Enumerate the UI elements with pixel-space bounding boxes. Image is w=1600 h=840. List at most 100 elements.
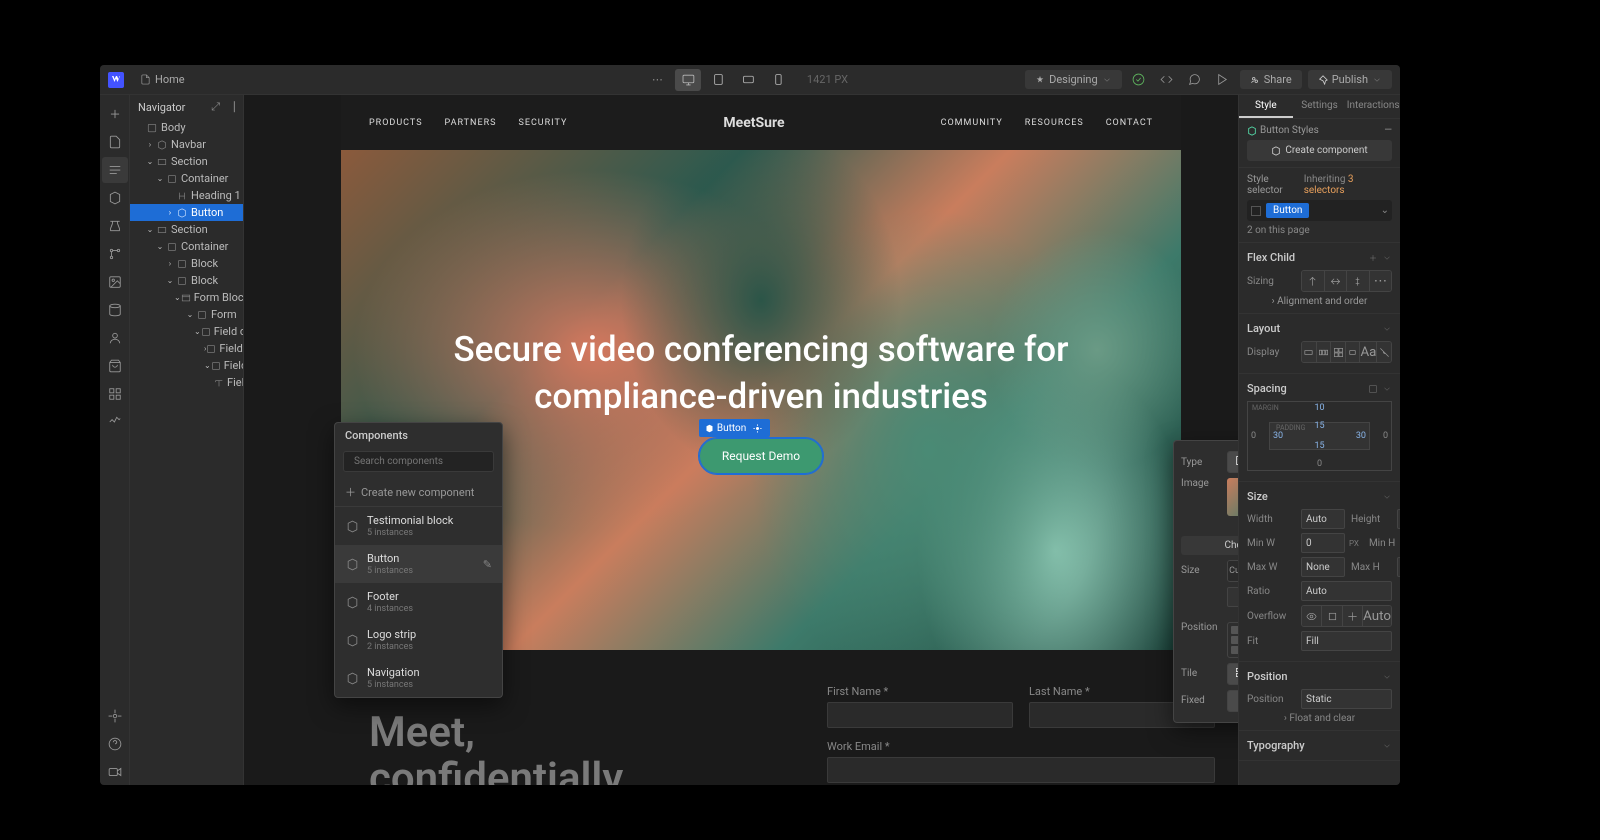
display-flex[interactable] — [1317, 342, 1332, 362]
share-button[interactable]: Share — [1240, 70, 1302, 89]
preview-icon[interactable] — [1212, 69, 1234, 91]
float-clear-toggle[interactable]: › Float and clear — [1247, 713, 1392, 724]
tree-item[interactable]: ⌄Section — [130, 153, 243, 170]
tree-item[interactable]: ⌄Container — [130, 170, 243, 187]
ratio-input[interactable] — [1301, 581, 1392, 601]
bg-type-segment[interactable] — [1227, 451, 1238, 473]
apps-icon[interactable] — [102, 381, 128, 407]
mode-dropdown[interactable]: Designing — [1025, 70, 1122, 89]
create-component-button[interactable]: Create component — [1247, 140, 1392, 161]
component-item[interactable]: Footer4 instances — [335, 583, 502, 621]
component-item[interactable]: Button5 instances✎ — [335, 545, 502, 583]
bg-type-image[interactable] — [1228, 452, 1238, 472]
bg-size-option[interactable]: Custom — [1228, 561, 1238, 581]
nav-link[interactable]: COMMUNITY — [941, 118, 1003, 128]
overflow-segment[interactable]: Auto — [1301, 605, 1392, 627]
components-search[interactable] — [343, 451, 494, 472]
width-input[interactable] — [1301, 509, 1345, 529]
navigator-icon[interactable] — [102, 157, 128, 183]
style-tab[interactable]: Style — [1239, 95, 1293, 118]
tree-item[interactable]: ⌄Form Block — [130, 289, 243, 306]
breadcrumb[interactable]: Home — [132, 71, 193, 88]
position-input[interactable] — [1301, 689, 1392, 709]
minimize-icon[interactable]: — — [1384, 125, 1392, 136]
tree-item[interactable]: ›Button — [130, 204, 243, 221]
collapse-icon[interactable]: ⤢ — [211, 100, 220, 114]
audit-icon[interactable] — [102, 409, 128, 435]
nav-link[interactable]: PRODUCTS — [369, 118, 423, 128]
device-desktop[interactable] — [675, 69, 701, 91]
nav-link[interactable]: RESOURCES — [1025, 118, 1084, 128]
fit-input[interactable] — [1301, 631, 1392, 651]
display-segment[interactable]: Aa — [1301, 341, 1392, 363]
tree-item[interactable]: ⌄Form — [130, 306, 243, 323]
bg-width-input[interactable] — [1227, 587, 1238, 607]
bg-thumbnail[interactable] — [1227, 478, 1238, 516]
assets-icon[interactable] — [102, 269, 128, 295]
tree-item[interactable]: ⌄Block — [130, 272, 243, 289]
height-input[interactable] — [1397, 509, 1400, 529]
maxw-input[interactable] — [1301, 557, 1345, 577]
nav-link[interactable]: SECURITY — [518, 118, 567, 128]
device-tablet[interactable] — [705, 69, 731, 91]
work-email-input[interactable] — [827, 757, 1215, 783]
tree-item[interactable]: ›Field block — [130, 340, 243, 357]
display-none[interactable] — [1377, 342, 1391, 362]
first-name-input[interactable] — [827, 702, 1013, 728]
request-demo-button[interactable]: Request Demo — [699, 438, 823, 474]
tree-item[interactable]: Heading 1 — [130, 187, 243, 204]
help-icon[interactable] — [102, 731, 128, 757]
sizing-none[interactable] — [1347, 271, 1370, 291]
style-selector[interactable]: Button ⌄ — [1247, 200, 1392, 221]
components-search-input[interactable] — [354, 456, 487, 467]
pin-icon[interactable]: ⎹ — [224, 100, 235, 114]
sizing-shrink[interactable] — [1302, 271, 1325, 291]
sizing-more[interactable]: ⋯ — [1370, 271, 1392, 291]
maxh-input[interactable] — [1397, 557, 1400, 577]
selection-tag[interactable]: Button — [699, 419, 770, 437]
gear-icon[interactable] — [750, 421, 764, 435]
create-component-link[interactable]: ＋Create new component — [335, 478, 502, 507]
code-icon[interactable] — [1156, 69, 1178, 91]
component-item[interactable]: Testimonial block5 instances — [335, 507, 502, 545]
alignment-order-toggle[interactable]: › Alignment and order — [1247, 296, 1392, 307]
tree-item[interactable]: Field La… — [130, 374, 243, 391]
device-tablet-landscape[interactable] — [735, 69, 761, 91]
tree-item[interactable]: ›Block — [130, 255, 243, 272]
styles-icon[interactable] — [102, 241, 128, 267]
nav-link[interactable]: CONTACT — [1106, 118, 1153, 128]
components-icon[interactable] — [102, 185, 128, 211]
tree-item[interactable]: ⌄Field block — [130, 357, 243, 374]
tree-item[interactable]: ⌄Section — [130, 221, 243, 238]
cms-icon[interactable] — [102, 297, 128, 323]
video-icon[interactable] — [102, 759, 128, 785]
nav-link[interactable]: PARTNERS — [445, 118, 497, 128]
webflow-logo[interactable] — [108, 72, 124, 88]
bg-position-grid[interactable] — [1227, 622, 1238, 658]
spacing-editor[interactable]: MARGIN PADDING 10 0 0 0 15 30 15 30 — [1247, 401, 1392, 471]
variables-icon[interactable] — [102, 213, 128, 239]
comment-icon[interactable] — [1184, 69, 1206, 91]
chevron-down-icon[interactable]: ⌄ — [1381, 205, 1389, 216]
add-icon[interactable] — [102, 101, 128, 127]
display-grid[interactable] — [1331, 342, 1346, 362]
tile-both[interactable] — [1228, 664, 1238, 684]
settings-icon[interactable] — [102, 703, 128, 729]
choose-image-button[interactable]: Choose image — [1181, 536, 1238, 555]
sizing-segment[interactable]: ⋯ — [1301, 270, 1392, 292]
tree-item[interactable]: ⌄Field contai… — [130, 323, 243, 340]
publish-button[interactable]: Publish — [1308, 70, 1392, 89]
bg-tile-segment[interactable] — [1227, 663, 1238, 685]
minw-input[interactable] — [1301, 533, 1345, 553]
component-item[interactable]: Navigation5 instances — [335, 659, 502, 697]
sizing-grow[interactable] — [1325, 271, 1348, 291]
display-inline-block[interactable] — [1346, 342, 1361, 362]
ecommerce-icon[interactable] — [102, 353, 128, 379]
edit-icon[interactable]: ✎ — [483, 558, 492, 571]
style-tab[interactable]: Interactions — [1346, 95, 1400, 118]
style-tab[interactable]: Settings — [1293, 95, 1347, 118]
pages-icon[interactable] — [102, 129, 128, 155]
hero-heading[interactable]: Secure video conferencing software for c… — [381, 326, 1141, 421]
users-icon[interactable] — [102, 325, 128, 351]
component-item[interactable]: Logo strip2 instances — [335, 621, 502, 659]
